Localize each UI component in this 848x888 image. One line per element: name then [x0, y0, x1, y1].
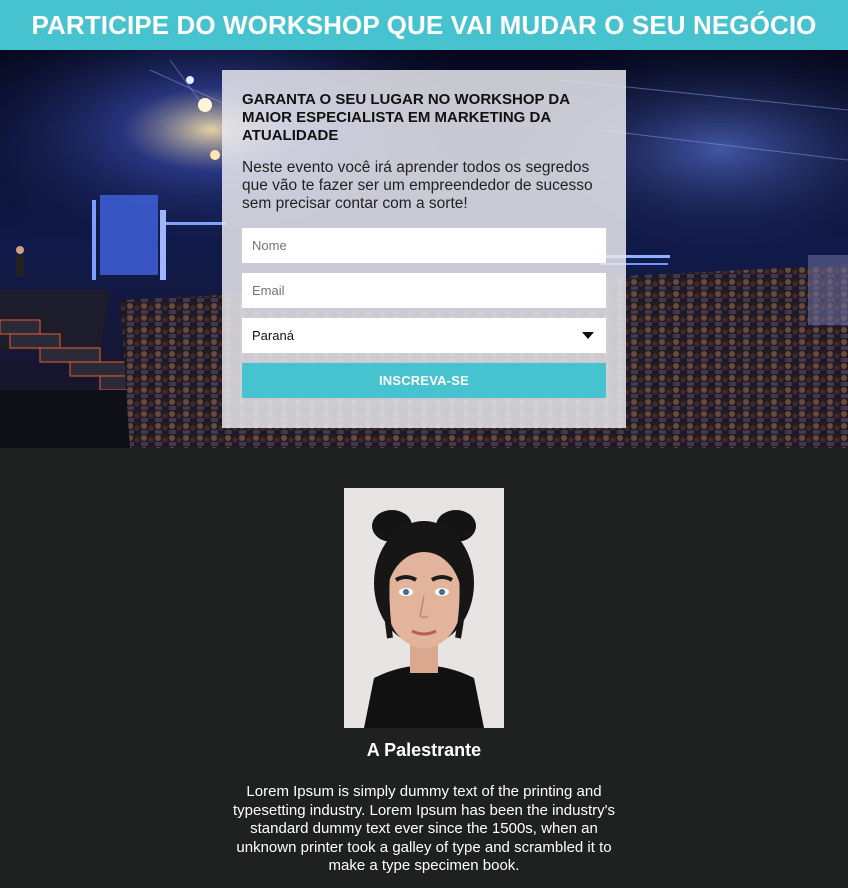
speaker-bio: Lorem Ipsum is simply dummy text of the … — [233, 783, 615, 874]
state-select[interactable]: Paraná — [242, 318, 606, 353]
hero-section: GARANTA O SEU LUGAR NO WORKSHOP DA MAIOR… — [0, 50, 848, 448]
top-banner: PARTICIPE DO WORKSHOP QUE VAI MUDAR O SE… — [0, 0, 848, 50]
registration-form: GARANTA O SEU LUGAR NO WORKSHOP DA MAIOR… — [222, 70, 626, 428]
name-field[interactable] — [242, 228, 606, 263]
subscribe-button[interactable]: INSCREVA-SE — [242, 363, 606, 398]
page-title: PARTICIPE DO WORKSHOP QUE VAI MUDAR O SE… — [31, 9, 817, 40]
speaker-heading: A Palestrante — [366, 740, 482, 760]
form-description: Neste evento você irá aprender todos os … — [242, 159, 593, 212]
speaker-section: A Palestrante Lorem Ipsum is simply dumm… — [0, 448, 848, 888]
speaker-portrait-image — [344, 488, 504, 728]
email-field[interactable] — [242, 273, 606, 308]
form-title: GARANTA O SEU LUGAR NO WORKSHOP DA MAIOR… — [242, 91, 570, 144]
speaker-photo — [344, 488, 504, 728]
state-select-value: Paraná — [252, 328, 294, 343]
chevron-down-icon — [582, 332, 594, 339]
